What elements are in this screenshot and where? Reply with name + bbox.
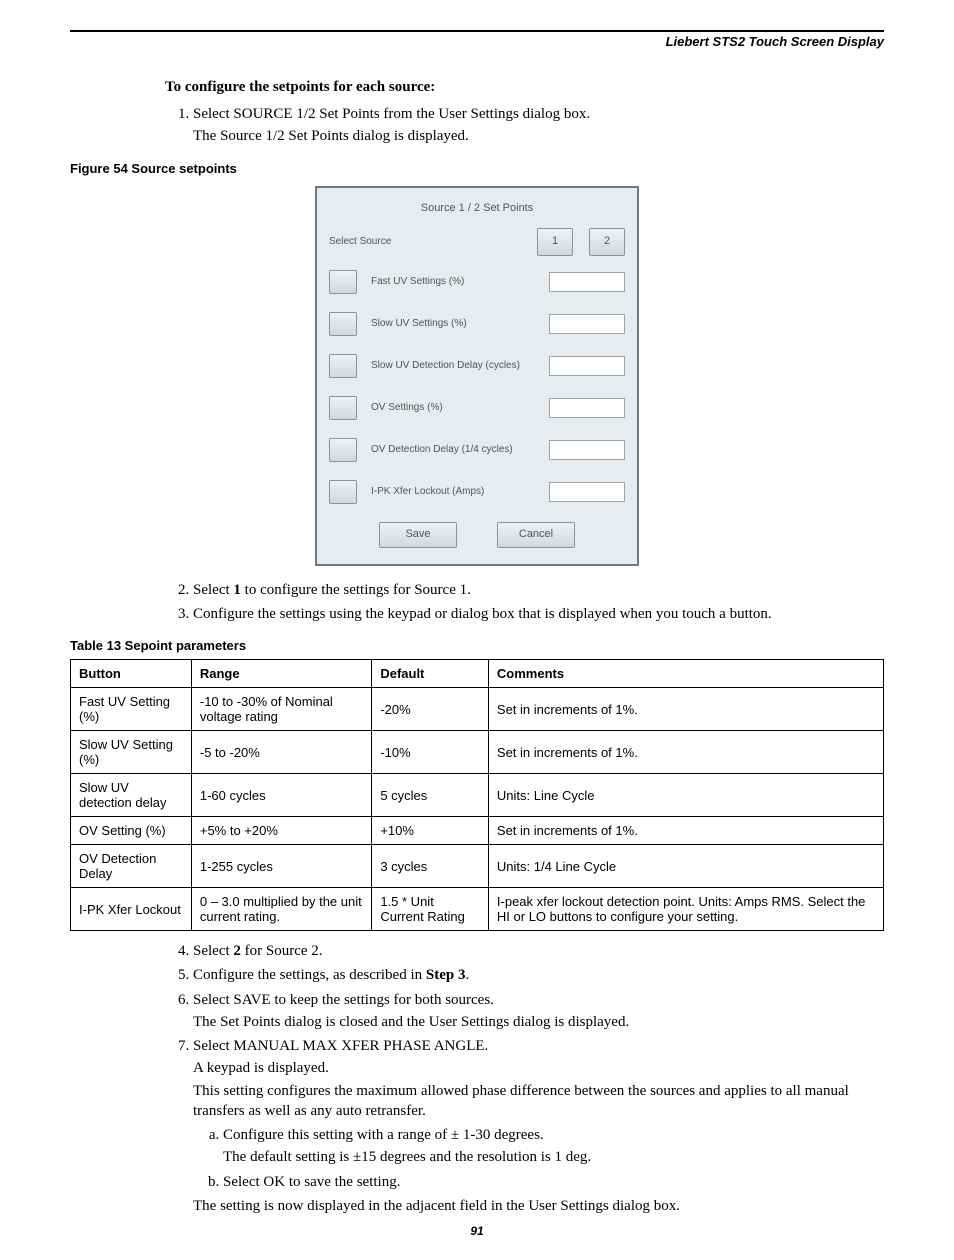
step-7-b: A keypad is displayed. [193,1058,884,1078]
table-row: Fast UV Setting (%)-10 to -30% of Nomina… [71,688,884,731]
table-header-row: Button Range Default Comments [71,660,884,688]
table-cell: OV Detection Delay [71,845,192,888]
table-cell: Set in increments of 1%. [488,688,883,731]
ipk-xfer-field[interactable] [549,482,625,502]
table-cell: 1-255 cycles [191,845,371,888]
table-cell: I-PK Xfer Lockout [71,888,192,931]
save-button[interactable]: Save [379,522,457,548]
table-cell: +10% [372,817,489,845]
table-cell: 3 cycles [372,845,489,888]
step-5-pre: Configure the settings, as described in [193,967,426,983]
step-1: Select SOURCE 1/2 Set Points from the Us… [193,104,884,147]
step-7: Select MANUAL MAX XFER PHASE ANGLE. A ke… [193,1036,884,1216]
slow-uv-button[interactable] [329,312,357,336]
source-1-button[interactable]: 1 [537,228,573,256]
table-cell: Units: 1/4 Line Cycle [488,845,883,888]
step-7-c: This setting configures the maximum allo… [193,1081,884,1122]
step-4-pre: Select [193,943,233,959]
ov-delay-field[interactable] [549,440,625,460]
table-cell: I-peak xfer lockout detection point. Uni… [488,888,883,931]
fast-uv-field[interactable] [549,272,625,292]
step-6-a: Select SAVE to keep the settings for bot… [193,990,884,1010]
ov-delay-button[interactable] [329,438,357,462]
step-2-bold: 1 [233,582,241,598]
step-3: Configure the settings using the keypad … [193,604,884,624]
step-5-post: . [465,967,469,983]
slow-uv-label: Slow UV Settings (%) [367,318,539,329]
step-7-d: The setting is now displayed in the adja… [193,1196,884,1216]
slow-uv-delay-button[interactable] [329,354,357,378]
table-row: Slow UV Setting (%)-5 to -20%-10%Set in … [71,731,884,774]
step-7-sub-a: Configure this setting with a range of ±… [223,1125,884,1168]
table-row: OV Setting (%)+5% to +20%+10%Set in incr… [71,817,884,845]
th-comments: Comments [488,660,883,688]
dialog-title: Source 1 / 2 Set Points [317,188,637,228]
slow-uv-field[interactable] [549,314,625,334]
ipk-xfer-button[interactable] [329,480,357,504]
table-cell: 1-60 cycles [191,774,371,817]
table-cell: -20% [372,688,489,731]
th-range: Range [191,660,371,688]
table-cell: Set in increments of 1%. [488,731,883,774]
step-2: Select 1 to configure the settings for S… [193,580,884,600]
cancel-button[interactable]: Cancel [497,522,575,548]
slow-uv-delay-label: Slow UV Detection Delay (cycles) [367,360,539,371]
page-number: 91 [0,1224,954,1238]
table-cell: Units: Line Cycle [488,774,883,817]
table-cell: +5% to +20% [191,817,371,845]
step-6: Select SAVE to keep the settings for bot… [193,990,884,1033]
step-7-a: Select MANUAL MAX XFER PHASE ANGLE. [193,1036,884,1056]
step-1-line-a: Select SOURCE 1/2 Set Points from the Us… [193,104,884,124]
step-4-post: for Source 2. [241,943,323,959]
table-cell: 0 – 3.0 multiplied by the unit current r… [191,888,371,931]
slow-uv-delay-field[interactable] [549,356,625,376]
table-cell: -5 to -20% [191,731,371,774]
ov-delay-label: OV Detection Delay (1/4 cycles) [367,444,539,455]
step-7-sub-a2: The default setting is ±15 degrees and t… [223,1147,884,1167]
table-row: OV Detection Delay1-255 cycles3 cyclesUn… [71,845,884,888]
fast-uv-label: Fast UV Settings (%) [367,276,539,287]
step-5: Configure the settings, as described in … [193,965,884,985]
ov-settings-field[interactable] [549,398,625,418]
ov-settings-button[interactable] [329,396,357,420]
select-source-label: Select Source [329,236,521,247]
step-7-sub-b: Select OK to save the setting. [223,1172,884,1192]
step-1-line-b: The Source 1/2 Set Points dialog is disp… [193,126,884,146]
table-row: I-PK Xfer Lockout0 – 3.0 multiplied by t… [71,888,884,931]
table-cell: 5 cycles [372,774,489,817]
step-7-sub-a1: Configure this setting with a range of ±… [223,1127,544,1143]
th-button: Button [71,660,192,688]
step-4-bold: 2 [233,943,241,959]
table-cell: OV Setting (%) [71,817,192,845]
page-header: Liebert STS2 Touch Screen Display [70,34,884,49]
dialog-source-setpoints: Source 1 / 2 Set Points Select Source 1 … [315,186,639,566]
section-intro: To configure the setpoints for each sour… [165,79,884,96]
table-cell: 1.5 * Unit Current Rating [372,888,489,931]
th-default: Default [372,660,489,688]
fast-uv-button[interactable] [329,270,357,294]
table-cell: Slow UV detection delay [71,774,192,817]
table-cell: Fast UV Setting (%) [71,688,192,731]
table-cell: -10% [372,731,489,774]
ipk-xfer-label: I-PK Xfer Lockout (Amps) [367,486,539,497]
table-row: Slow UV detection delay1-60 cycles5 cycl… [71,774,884,817]
step-5-bold: Step 3 [426,967,466,983]
table-cell: -10 to -30% of Nominal voltage rating [191,688,371,731]
setpoint-parameters-table: Button Range Default Comments Fast UV Se… [70,659,884,931]
step-6-b: The Set Points dialog is closed and the … [193,1012,884,1032]
figure-caption: Figure 54 Source setpoints [70,161,884,176]
step-4: Select 2 for Source 2. [193,941,884,961]
table-cell: Slow UV Setting (%) [71,731,192,774]
source-2-button[interactable]: 2 [589,228,625,256]
ov-settings-label: OV Settings (%) [367,402,539,413]
table-caption: Table 13 Sepoint parameters [70,638,884,653]
table-cell: Set in increments of 1%. [488,817,883,845]
